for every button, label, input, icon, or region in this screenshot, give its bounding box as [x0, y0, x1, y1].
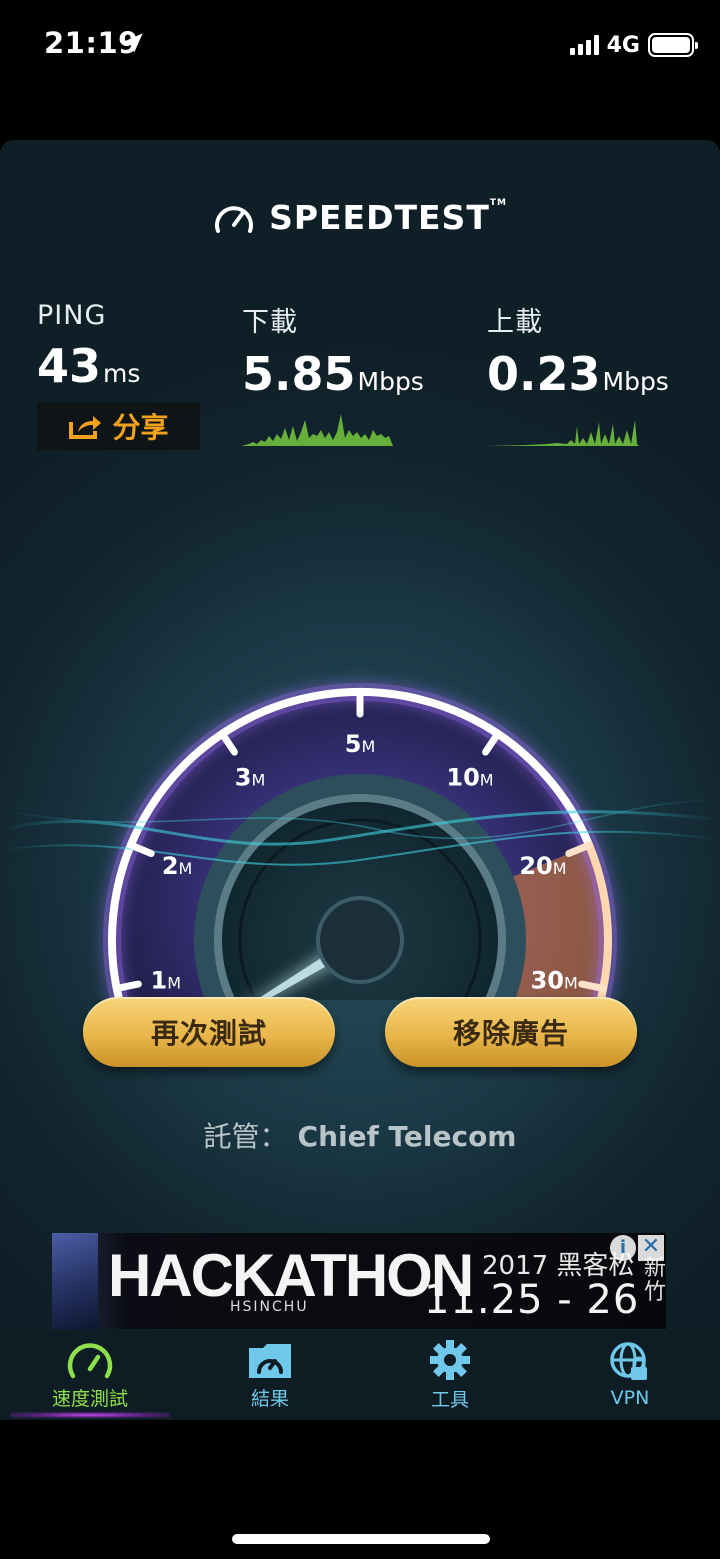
brand-header: SPEEDTESTTM	[0, 198, 720, 237]
ad-close-icon[interactable]: ✕	[638, 1235, 664, 1261]
speedometer-icon	[67, 1342, 113, 1378]
gear-icon	[430, 1339, 470, 1380]
results-folder-icon	[249, 1343, 291, 1378]
host-label: 託管：	[203, 1120, 288, 1153]
ad-dates: 11.25 - 26	[424, 1277, 640, 1323]
upload-stat: 上載 0.23Mbps	[487, 300, 669, 401]
host-info: 託管： Chief Telecom	[0, 1115, 720, 1155]
tab-label: 工具	[430, 1388, 469, 1411]
share-label: 分享	[112, 411, 169, 444]
ping-stat: PING 43ms	[37, 300, 140, 393]
ping-label: PING	[37, 300, 107, 331]
gauge-tick	[113, 980, 142, 992]
trademark: TM	[489, 198, 507, 208]
share-button[interactable]: 分享	[37, 402, 200, 450]
ad-side-text: 新竹	[644, 1256, 666, 1305]
download-label: 下載	[242, 307, 298, 338]
tab-label: VPN	[610, 1387, 650, 1409]
tab-vpn[interactable]: VPN	[540, 1330, 720, 1420]
ping-value: 43	[37, 339, 102, 393]
tab-label: 速度測試	[51, 1387, 128, 1410]
brand-title: SPEEDTESTTM	[269, 198, 507, 237]
tab-results[interactable]: 結果	[180, 1330, 360, 1420]
tab-label: 結果	[250, 1387, 289, 1410]
gauge-tick	[578, 980, 607, 992]
upload-sparkline	[487, 420, 639, 446]
upload-value: 0.23	[487, 347, 601, 401]
ping-unit: ms	[103, 359, 141, 388]
ad-graphic	[52, 1233, 98, 1329]
download-sparkline	[241, 414, 393, 446]
gauge-needle-hub	[316, 896, 404, 984]
network-type: 4G	[606, 32, 640, 58]
host-name: Chief Telecom	[297, 1120, 517, 1153]
download-value: 5.85	[242, 347, 356, 401]
speedtest-panel: SPEEDTESTTM PING 43ms 分享 下載 5.85Mbps 上載 …	[0, 140, 720, 1330]
ad-info-icon[interactable]: i	[610, 1235, 636, 1261]
share-icon	[69, 416, 102, 439]
location-arrow-icon	[123, 33, 143, 53]
status-bar: 21:19 4G	[0, 0, 720, 90]
retest-button[interactable]: 再次測試	[83, 997, 335, 1067]
speed-gauge: 0M1M2M3M5M10M20M30M50M	[0, 683, 720, 1000]
tab-tools[interactable]: 工具	[360, 1330, 540, 1420]
upload-label: 上載	[487, 307, 543, 338]
upload-unit: Mbps	[602, 367, 669, 396]
remove-ads-button[interactable]: 移除廣告	[385, 997, 637, 1067]
battery-icon	[648, 33, 698, 57]
home-indicator[interactable]	[232, 1534, 490, 1544]
vpn-globe-lock-icon	[610, 1342, 647, 1380]
ad-banner[interactable]: HACKATHON HSINCHU 2017 黑客松 11.25 - 26 新竹…	[52, 1233, 666, 1329]
ad-subtitle: HSINCHU	[230, 1299, 309, 1315]
download-stat: 下載 5.85Mbps	[242, 300, 424, 401]
tab-speed-test[interactable]: 速度測試	[0, 1330, 180, 1420]
cell-signal-icon	[569, 35, 599, 55]
download-unit: Mbps	[357, 367, 424, 396]
speedtest-logo-icon	[215, 205, 254, 233]
bottom-tab-bar: 速度測試 結果 工具 VPN	[0, 1330, 720, 1420]
status-indicators: 4G	[569, 30, 698, 60]
